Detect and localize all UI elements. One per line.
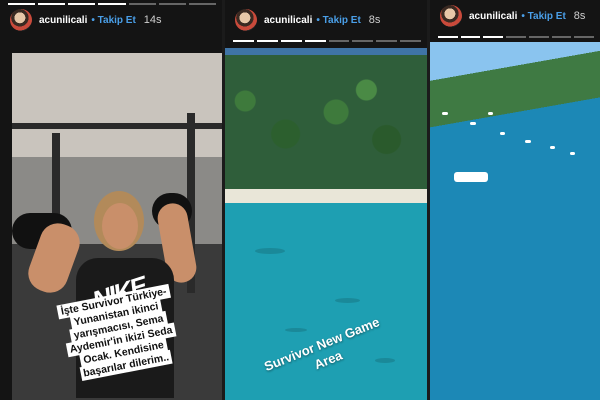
timestamp: 8s (368, 14, 381, 26)
avatar[interactable] (10, 9, 32, 31)
story-header: acunilicali • Takip Et 8s (440, 4, 596, 28)
username[interactable]: acunilicali (264, 15, 312, 26)
story-progress-bar (438, 36, 595, 38)
story-panel-2[interactable]: acunilicali • Takip Et 8s Survivor New G… (225, 0, 427, 400)
username[interactable]: acunilicali (469, 11, 517, 22)
follow-button[interactable]: • Takip Et (91, 15, 135, 26)
story-panel-3[interactable]: acunilicali • Takip Et 8s (430, 0, 600, 400)
timestamp: 14s (143, 14, 162, 26)
story-progress-bar (8, 3, 216, 5)
story-header: acunilicali • Takip Et 8s (235, 8, 423, 32)
story-panel-1[interactable]: acunilicali • Takip Et 14s NIKE İşte Sur… (0, 0, 222, 400)
avatar[interactable] (235, 9, 257, 31)
username[interactable]: acunilicali (39, 15, 87, 26)
timestamp: 8s (573, 10, 586, 22)
avatar[interactable] (440, 5, 462, 27)
story-header: acunilicali • Takip Et 14s (10, 8, 218, 32)
story-image-sea (430, 42, 600, 400)
story-progress-bar (233, 40, 421, 42)
follow-button[interactable]: • Takip Et (521, 11, 565, 22)
follow-button[interactable]: • Takip Et (316, 15, 360, 26)
